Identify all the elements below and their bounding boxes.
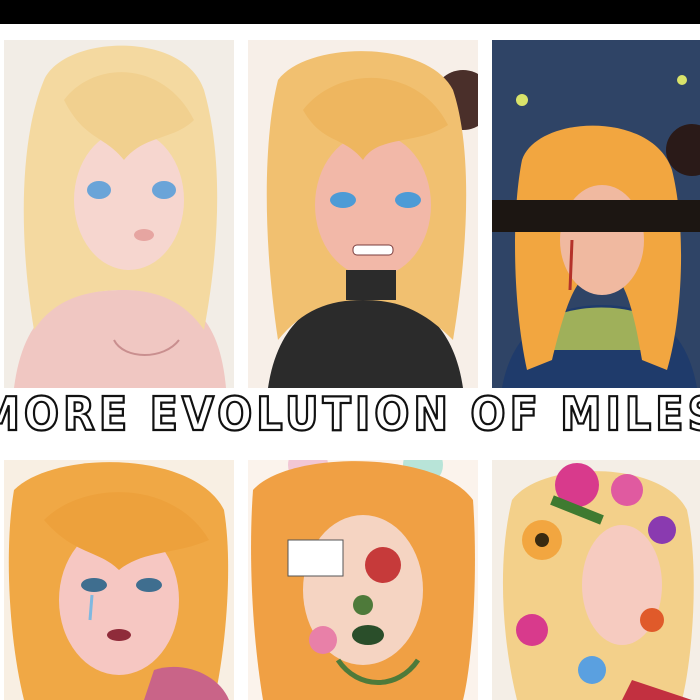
top-bar [0, 0, 700, 24]
caption-text: More evolution of miles [0, 386, 700, 442]
artwork-panel-6 [492, 460, 700, 700]
artwork-panel-4 [4, 460, 234, 700]
artwork-panel-1 [4, 40, 234, 388]
artwork-panel-3 [492, 40, 700, 388]
artwork-panel-5 [248, 460, 478, 700]
artwork-panel-2 [248, 40, 478, 388]
